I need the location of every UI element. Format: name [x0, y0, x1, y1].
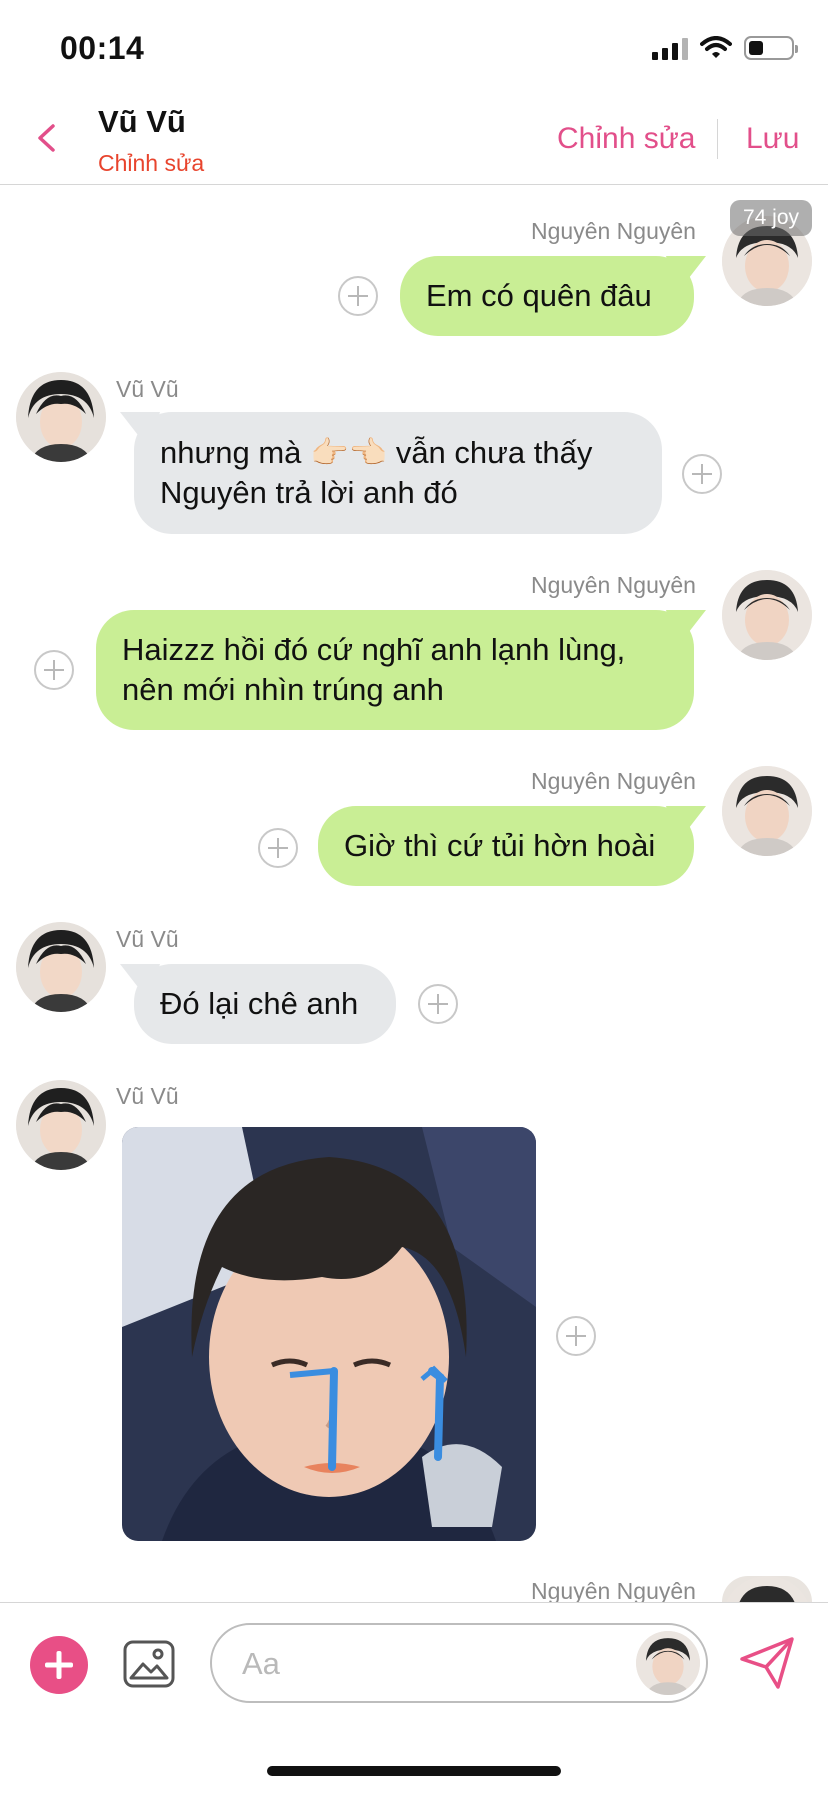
- back-chevron-icon[interactable]: [28, 118, 68, 158]
- status-bar: 00:14: [0, 0, 828, 92]
- avatar[interactable]: [722, 570, 812, 660]
- sender-name: Vũ Vũ: [116, 376, 179, 402]
- add-reaction-button[interactable]: [34, 650, 74, 690]
- send-icon[interactable]: [738, 1633, 796, 1691]
- message-bubble[interactable]: Giờ thì cứ tủi hờn hoài: [318, 806, 694, 886]
- contact-subtitle[interactable]: Chỉnh sửa: [98, 150, 204, 177]
- add-reaction-button[interactable]: [556, 1316, 596, 1356]
- avatar[interactable]: [16, 922, 106, 1012]
- cellular-signal-icon: [652, 36, 688, 60]
- message-input-wrapper: [210, 1623, 708, 1703]
- sender-name: Nguyên Nguyên: [531, 218, 696, 244]
- status-icons: [652, 36, 798, 60]
- avatar[interactable]: [722, 1576, 812, 1602]
- sticker-image[interactable]: [122, 1127, 536, 1541]
- avatar[interactable]: [16, 1080, 106, 1170]
- home-indicator: [267, 1766, 561, 1776]
- composer-bar: [0, 1602, 828, 1793]
- message-input[interactable]: [240, 1641, 584, 1687]
- avatar[interactable]: [16, 372, 106, 462]
- add-reaction-button[interactable]: [338, 276, 378, 316]
- add-reaction-button[interactable]: [418, 984, 458, 1024]
- save-button[interactable]: Lưu: [746, 122, 799, 156]
- add-reaction-button[interactable]: [258, 828, 298, 868]
- avatar[interactable]: [722, 766, 812, 856]
- edit-button[interactable]: Chỉnh sửa: [557, 122, 696, 156]
- message-bubble[interactable]: Em có quên đâu: [400, 256, 694, 336]
- sender-name: Nguyên Nguyên: [531, 768, 696, 794]
- sender-name: Nguyên Nguyên: [531, 572, 696, 598]
- battery-icon: [744, 36, 798, 60]
- wifi-icon: [700, 36, 732, 58]
- sender-avatar[interactable]: [636, 1631, 700, 1695]
- add-reaction-button[interactable]: [682, 454, 722, 494]
- message-bubble[interactable]: Haizzz hồi đó cứ nghĩ anh lạnh lùng, nên…: [96, 610, 694, 730]
- contact-name: Vũ Vũ: [98, 104, 186, 139]
- sender-name: Vũ Vũ: [116, 926, 179, 952]
- watermark-badge: 74 joy: [730, 200, 812, 236]
- chat-header: Vũ Vũ Chỉnh sửa Chỉnh sửa Lưu: [0, 92, 828, 185]
- status-time: 00:14: [60, 30, 145, 66]
- sender-name: Vũ Vũ: [116, 1083, 179, 1109]
- message-bubble[interactable]: Đó lại chê anh: [134, 964, 396, 1044]
- header-divider: [717, 119, 718, 159]
- image-picker-icon[interactable]: [122, 1637, 176, 1691]
- sender-name: Nguyên Nguyên: [531, 1578, 696, 1604]
- message-bubble[interactable]: nhưng mà 👉🏻👈🏻 vẫn chưa thấy Nguyên trả l…: [134, 412, 662, 534]
- add-button[interactable]: [30, 1636, 88, 1694]
